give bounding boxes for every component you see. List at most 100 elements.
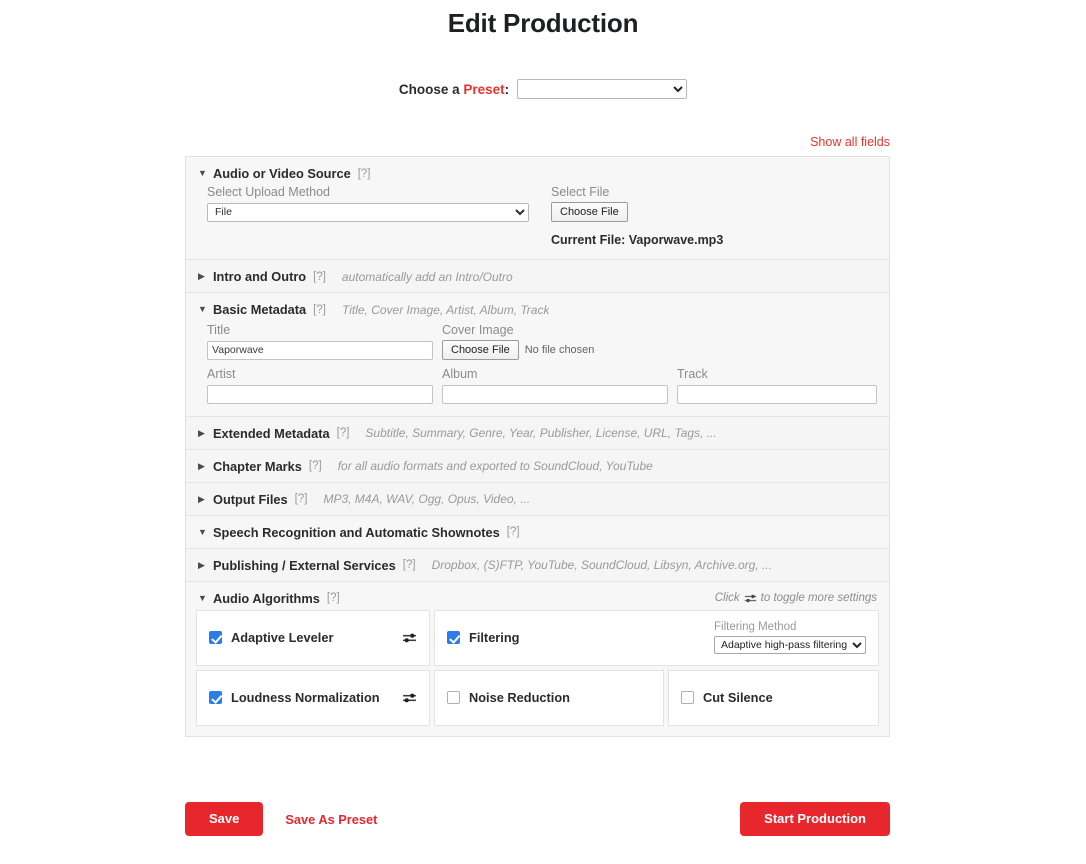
section-hint: Title, Cover Image, Artist, Album, Track [341, 302, 550, 317]
upload-method-label: Select Upload Method [207, 185, 330, 199]
algo-card-filtering[interactable]: Filtering Filtering Method Adaptive high… [434, 609, 879, 666]
algo-label-filtering: Filtering [469, 630, 520, 645]
section-header-audio-algorithms[interactable]: ▼ Audio Algorithms [?] Click to toggle m… [186, 582, 889, 610]
audio-algorithms-body: Adaptive Leveler Filtering Filtering Met… [186, 609, 889, 736]
track-input[interactable] [677, 384, 877, 404]
chevron-down-icon: ▼ [198, 168, 207, 178]
section-header-chapter-marks[interactable]: ▶ Chapter Marks [?] for all audio format… [186, 450, 889, 482]
cover-choose-file-button[interactable]: Choose File [442, 340, 519, 360]
checkbox-cut-silence[interactable] [681, 691, 694, 704]
section-output-files: ▶ Output Files [?] MP3, M4A, WAV, Ogg, O… [186, 482, 889, 516]
section-hint: MP3, M4A, WAV, Ogg, Opus, Video, ... [323, 492, 531, 506]
production-form: ▼ Audio or Video Source [?] Select Uploa… [185, 156, 890, 737]
upload-method-select[interactable]: File [207, 202, 529, 222]
help-icon[interactable]: [?] [507, 526, 520, 538]
chevron-down-icon: ▼ [198, 526, 207, 537]
cover-image-label: Cover Image [442, 323, 514, 337]
source-choose-file-button[interactable]: Choose File [551, 202, 628, 222]
section-title: Chapter Marks [213, 458, 302, 474]
section-hint: for all audio formats and exported to So… [337, 459, 653, 473]
section-title: Speech Recognition and Automatic Shownot… [213, 524, 500, 540]
section-header-speech-recognition[interactable]: ▼ Speech Recognition and Automatic Shown… [186, 516, 889, 548]
help-icon[interactable]: [?] [337, 427, 350, 439]
section-header-audio-or-video-source[interactable]: ▼ Audio or Video Source [?] [186, 157, 889, 185]
section-extended-metadata: ▶ Extended Metadata [?] Subtitle, Summar… [186, 416, 889, 450]
section-header-publishing[interactable]: ▶ Publishing / External Services [?] Dro… [186, 549, 889, 581]
section-hint: automatically add an Intro/Outro [341, 269, 513, 284]
show-all-fields-link[interactable]: Show all fields [810, 135, 890, 149]
section-title: Audio Algorithms [213, 590, 320, 606]
cover-image-field: Cover Image Choose File No file chosen [442, 323, 877, 360]
save-button[interactable]: Save [185, 802, 264, 836]
filtering-method-select[interactable]: Adaptive high-pass filtering [714, 636, 866, 654]
preset-chooser-row: Choose a Preset: [0, 79, 1086, 99]
section-header-intro-and-outro[interactable]: ▶ Intro and Outro [?] automatically add … [186, 260, 889, 292]
filtering-method-field: Filtering Method Adaptive high-pass filt… [714, 621, 866, 654]
save-as-preset-button[interactable]: Save As Preset [281, 803, 381, 836]
show-all-fields-wrap: Show all fields [185, 133, 890, 151]
select-file-field: Select File Choose File Current File: Va… [551, 185, 877, 247]
section-header-output-files[interactable]: ▶ Output Files [?] MP3, M4A, WAV, Ogg, O… [186, 483, 889, 515]
help-icon[interactable]: [?] [309, 460, 322, 472]
current-file-text: Current File: Vaporwave.mp3 [551, 233, 724, 247]
algo-label-loudness-normalization: Loudness Normalization [231, 690, 380, 705]
checkbox-noise-reduction[interactable] [447, 691, 460, 704]
section-hint: Subtitle, Summary, Genre, Year, Publishe… [365, 426, 717, 440]
preset-label-accent: Preset [463, 81, 505, 97]
artist-input[interactable] [207, 384, 433, 404]
algo-left-filtering: Filtering [447, 630, 519, 645]
section-speech-recognition: ▼ Speech Recognition and Automatic Shown… [186, 515, 889, 549]
cover-image-row: Choose File No file chosen [442, 340, 877, 360]
section-title: Basic Metadata [213, 302, 307, 317]
source-file-row: Choose File [551, 202, 877, 222]
algo-label-adaptive-leveler: Adaptive Leveler [231, 630, 334, 645]
page-title: Edit Production [447, 8, 639, 38]
album-input[interactable] [442, 384, 668, 404]
sliders-icon-loudness-normalization[interactable] [402, 692, 417, 704]
section-header-basic-metadata[interactable]: ▼ Basic Metadata [?] Title, Cover Image,… [186, 293, 889, 321]
basic-metadata-grid: Title Cover Image Choose File No file ch… [198, 321, 877, 404]
preset-label: Choose a Preset: [399, 82, 509, 97]
algo-card-adaptive-leveler[interactable]: Adaptive Leveler [196, 609, 430, 666]
start-production-button[interactable]: Start Production [740, 802, 890, 836]
section-header-extended-metadata[interactable]: ▶ Extended Metadata [?] Subtitle, Summar… [186, 417, 889, 449]
section-title: Publishing / External Services [213, 557, 396, 573]
toggle-hint-before: Click [714, 592, 740, 604]
checkbox-filtering[interactable] [447, 631, 460, 644]
help-icon[interactable]: [?] [313, 304, 326, 316]
section-title: Extended Metadata [213, 425, 330, 441]
chevron-right-icon: ▶ [198, 493, 205, 504]
section-body-basic-metadata: Title Cover Image Choose File No file ch… [186, 321, 889, 416]
toggle-hint-after: to toggle more settings [760, 592, 877, 604]
sliders-icon [744, 594, 756, 602]
algo-card-loudness-normalization[interactable]: Loudness Normalization [196, 669, 430, 726]
help-icon[interactable]: [?] [295, 493, 308, 505]
checkbox-loudness-normalization[interactable] [209, 691, 222, 704]
help-icon[interactable]: [?] [327, 592, 340, 604]
preset-select[interactable] [517, 79, 688, 99]
chevron-right-icon: ▶ [198, 427, 205, 438]
form-footer: Save Save As Preset Start Production [185, 802, 890, 836]
checkbox-adaptive-leveler[interactable] [209, 631, 222, 644]
sliders-icon-adaptive-leveler[interactable] [402, 632, 417, 644]
chevron-right-icon: ▶ [198, 559, 205, 570]
title-field: Title [207, 323, 433, 360]
help-icon[interactable]: [?] [403, 559, 416, 571]
album-field: Album [442, 367, 668, 404]
section-hint: Dropbox, (S)FTP, YouTube, SoundCloud, Li… [431, 558, 772, 572]
algo-card-cut-silence[interactable]: Cut Silence [668, 669, 879, 726]
audio-algorithms-row-1: Adaptive Leveler Filtering Filtering Met… [196, 609, 879, 666]
artist-field: Artist [207, 367, 433, 404]
help-icon[interactable]: [?] [313, 271, 326, 283]
source-grid: Select Upload Method File Select File Ch… [198, 185, 877, 247]
album-label: Album [442, 367, 478, 381]
chevron-down-icon: ▼ [198, 304, 207, 314]
title-input[interactable] [207, 340, 433, 360]
section-body-audio-or-video-source: Select Upload Method File Select File Ch… [186, 185, 889, 259]
section-audio-or-video-source: ▼ Audio or Video Source [?] Select Uploa… [186, 157, 889, 260]
filtering-method-label: Filtering Method [714, 621, 797, 633]
section-audio-algorithms: ▼ Audio Algorithms [?] Click to toggle m… [186, 581, 889, 736]
algo-card-noise-reduction[interactable]: Noise Reduction [434, 669, 664, 726]
help-icon[interactable]: [?] [358, 168, 371, 180]
section-title: Output Files [213, 491, 288, 507]
